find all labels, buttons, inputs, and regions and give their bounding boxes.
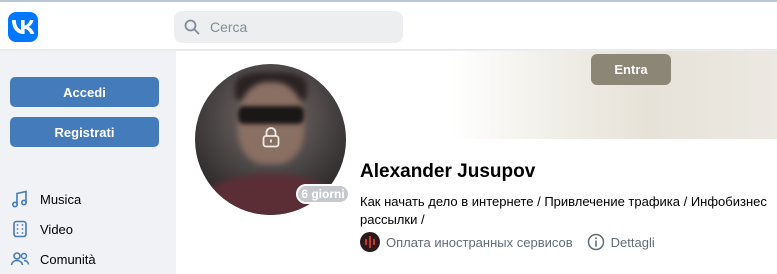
enter-button[interactable]: Entra: [591, 54, 671, 85]
sidebar-item-label: Comunità: [40, 251, 96, 267]
register-button[interactable]: Registrati: [10, 117, 159, 147]
last-seen-badge: 6 giorni: [296, 184, 350, 204]
community-avatar-icon: [360, 232, 380, 252]
details-link[interactable]: Dettagli: [611, 235, 655, 250]
sidebar-item-music[interactable]: Musica: [10, 187, 170, 211]
info-icon[interactable]: [587, 233, 605, 251]
sidebar-item-label: Musica: [40, 191, 82, 207]
sidebar-item-label: Video: [40, 221, 74, 237]
profile-status: Как начать дело в интернете / Привлечени…: [360, 194, 767, 227]
vk-logo-icon[interactable]: [8, 12, 38, 42]
music-icon: [10, 189, 30, 209]
login-button[interactable]: Accedi: [10, 77, 159, 107]
sidebar-item-community[interactable]: Comunità: [10, 247, 170, 271]
top-bar: [0, 0, 777, 50]
sidebar: Accedi Registrati Musica Video Comunità: [0, 51, 176, 274]
community-link[interactable]: Оплата иностранных сервисов: [386, 235, 573, 250]
search-box[interactable]: [174, 11, 403, 43]
profile-meta: Оплата иностранных сервисов Dettagli: [360, 232, 655, 252]
search-input[interactable]: [210, 19, 390, 35]
profile-card: Entra 6 giorni Alexander Jusupov Как нач…: [176, 51, 777, 274]
video-icon: [10, 219, 30, 239]
lock-icon: [260, 125, 282, 149]
search-icon: [184, 19, 200, 35]
community-icon: [10, 249, 30, 269]
sidebar-item-video[interactable]: Video: [10, 217, 170, 241]
profile-name: Alexander Jusupov: [360, 161, 536, 182]
